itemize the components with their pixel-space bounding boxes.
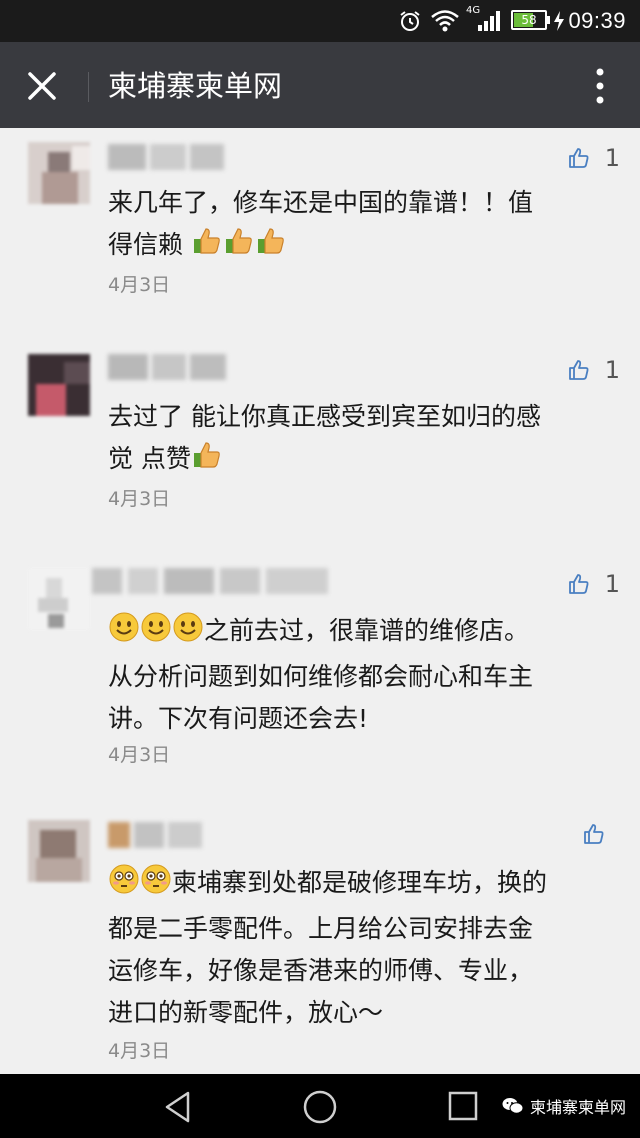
comment-text-line-wrap: 觉 点赞 [108, 438, 608, 484]
comment-text: 之前去过，很靠谱的维修店。 从分析问题到如何维修都会耐心和车主 讲。下次有问题还… [108, 610, 608, 740]
close-icon[interactable] [22, 66, 62, 106]
thumbs-up-emoji-icon [223, 225, 255, 270]
wechat-icon [502, 1098, 524, 1114]
back-icon[interactable] [162, 1090, 194, 1124]
comment-date: 4月3日 [108, 1040, 171, 1062]
watermark-text: 柬埔寨柬单网 [529, 1098, 626, 1117]
thumbs-up-emoji-icon [191, 225, 223, 270]
avatar[interactable] [28, 820, 90, 882]
avatar[interactable] [28, 142, 90, 204]
charging-icon [554, 11, 564, 31]
like-button[interactable] [582, 822, 620, 846]
flushed-emoji-icon [108, 863, 140, 908]
flushed-emoji-icon [140, 863, 172, 908]
comment-text-line: 都是二手零配件。上月给公司安排去金 [108, 914, 534, 943]
comment-text: 来几年了，修车还是中国的靠谱！！值 得信赖 [108, 182, 608, 270]
comment-text-line: 得信赖 [108, 230, 184, 259]
header-divider [88, 72, 89, 102]
avatar[interactable] [28, 354, 90, 416]
more-options-icon[interactable] [588, 66, 612, 106]
comment-text-line: 来几年了，修车还是中国的靠谱！！值 [108, 188, 534, 217]
smile-emoji-icon [172, 611, 204, 656]
like-button[interactable]: 1 [567, 356, 620, 384]
home-icon[interactable] [302, 1089, 338, 1125]
comment-date: 4月3日 [108, 488, 171, 510]
comment-text-line: 柬埔寨到处都是破修理车坊，换的 [172, 868, 548, 897]
comment-date: 4月3日 [108, 744, 171, 766]
watermark: 柬埔寨柬单网 [502, 1094, 626, 1118]
smile-emoji-icon [140, 611, 172, 656]
comment-text-line-wrap: 得信赖 [108, 224, 608, 270]
comment-text-line: 去过了 能让你真正感受到宾至如归的感 [108, 402, 541, 431]
thumbs-up-outline-icon [584, 824, 604, 844]
comment-text-line-wrap: 柬埔寨到处都是破修理车坊，换的 [108, 862, 608, 908]
recents-icon[interactable] [448, 1091, 478, 1121]
page-title: 柬埔寨柬单网 [108, 69, 283, 103]
alarm-icon [400, 11, 420, 31]
comment-item: 柬埔寨到处都是破修理车坊，换的 都是二手零配件。上月给公司安排去金 运修车，好像… [0, 810, 640, 1070]
battery-level: 58 [521, 13, 537, 27]
wifi-icon [431, 10, 459, 32]
like-button[interactable]: 1 [567, 570, 620, 598]
thumbs-up-outline-icon [568, 574, 589, 594]
smile-emoji-icon [108, 611, 140, 656]
comment-text-line: 讲。下次有问题还会去! [108, 704, 369, 733]
username-blurred[interactable] [108, 822, 204, 848]
comment-text: 柬埔寨到处都是破修理车坊，换的 都是二手零配件。上月给公司安排去金 运修车，好像… [108, 862, 608, 1034]
like-count: 1 [604, 356, 620, 384]
comment-item: 1 来几年了，修车还是中国的靠谱！！值 得信赖 4月3日 [0, 128, 640, 338]
comment-text: 去过了 能让你真正感受到宾至如归的感 觉 点赞 [108, 396, 608, 484]
comment-text-line: 觉 点赞 [108, 444, 191, 473]
battery-icon: 58 [511, 10, 547, 30]
comment-text-line-wrap: 之前去过，很靠谱的维修店。 [108, 610, 608, 656]
comment-text-line: 从分析问题到如何维修都会耐心和车主 [108, 662, 534, 691]
username-blurred[interactable] [92, 568, 332, 594]
avatar[interactable] [28, 568, 90, 630]
thumbs-up-emoji-icon [255, 225, 287, 270]
comment-item: 1 之前去过，很靠谱的维修店。 从分析问题到如何维修都会耐心和车主 讲。下次有问… [0, 556, 640, 806]
comment-text-line: 运修车，好像是香港来的师傅、专业， [108, 956, 534, 985]
like-count: 1 [604, 570, 620, 598]
signal-icon [478, 11, 500, 31]
app-header: 柬埔寨柬单网 [0, 42, 640, 128]
comment-text-line: 之前去过，很靠谱的维修店。 [204, 616, 530, 645]
status-bar: 4G 58 09:39 [0, 0, 640, 42]
username-blurred[interactable] [108, 354, 226, 380]
username-blurred[interactable] [108, 144, 228, 170]
status-time: 09:39 [568, 8, 626, 33]
comment-text-line: 进口的新零配件，放心～ [108, 998, 384, 1027]
thumbs-up-outline-icon [568, 148, 589, 168]
comment-date: 4月3日 [108, 274, 171, 296]
like-button[interactable]: 1 [567, 144, 620, 172]
like-count: 1 [604, 144, 620, 172]
comment-item: 1 去过了 能让你真正感受到宾至如归的感 觉 点赞 4月3日 [0, 342, 640, 552]
thumbs-up-outline-icon [568, 360, 589, 380]
thumbs-up-emoji-icon [191, 439, 223, 484]
system-nav-bar: 柬埔寨柬单网 [0, 1074, 640, 1138]
battery-tip [547, 16, 550, 24]
